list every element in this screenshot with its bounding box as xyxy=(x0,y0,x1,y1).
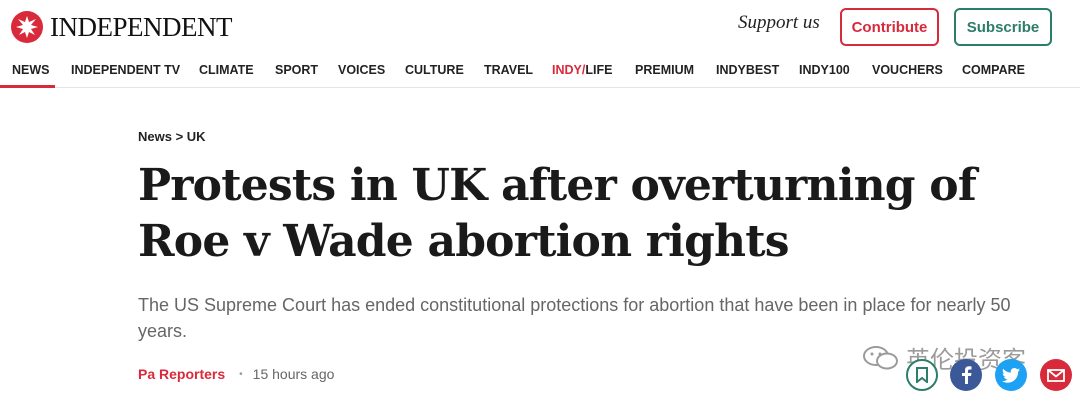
email-icon[interactable] xyxy=(1040,359,1072,391)
nav-item-news[interactable]: NEWS xyxy=(12,63,50,77)
nav-item-compare[interactable]: COMPARE xyxy=(962,63,1025,77)
nav-item-vouchers[interactable]: VOUCHERS xyxy=(872,63,943,77)
nav-active-indicator xyxy=(0,85,55,88)
twitter-icon[interactable] xyxy=(995,359,1027,391)
article-headline: Protests in UK after overturning of Roe … xyxy=(138,158,1038,270)
subscribe-button[interactable]: Subscribe xyxy=(954,8,1052,46)
nav-item-voices[interactable]: VOICES xyxy=(338,63,385,77)
nav-item-travel[interactable]: TRAVEL xyxy=(484,63,533,77)
nav-item-indy100[interactable]: INDY100 xyxy=(799,63,850,77)
site-logo[interactable]: INDEPENDENT xyxy=(10,10,232,44)
logo-wordmark: INDEPENDENT xyxy=(50,11,232,42)
support-us-text: Support us xyxy=(738,12,820,33)
nav-life-label: LIFE xyxy=(585,63,613,77)
headline-line-1: Protests in UK after overturning of xyxy=(138,160,977,211)
byline: Pa Reporters • 15 hours ago xyxy=(138,366,334,382)
nav-item-culture[interactable]: CULTURE xyxy=(405,63,464,77)
main-nav: NEWS INDEPENDENT TV CLIMATE SPORT VOICES… xyxy=(0,56,1080,88)
site-header: INDEPENDENT Support us Contribute Subscr… xyxy=(0,0,1080,56)
byline-separator: • xyxy=(239,368,243,380)
publish-time: 15 hours ago xyxy=(252,366,335,382)
eagle-logo-icon xyxy=(11,11,43,43)
nav-indy-label: INDY xyxy=(552,63,582,77)
headline-line-2: Roe v Wade abortion rights xyxy=(138,216,790,267)
nav-item-indy-life[interactable]: INDY/LIFE xyxy=(552,63,612,77)
nav-item-climate[interactable]: CLIMATE xyxy=(199,63,254,77)
bookmark-icon[interactable] xyxy=(906,359,938,391)
wechat-icon xyxy=(863,345,898,369)
nav-item-indybest[interactable]: INDYBEST xyxy=(716,63,779,77)
nav-item-premium[interactable]: PREMIUM xyxy=(635,63,694,77)
breadcrumb[interactable]: News > UK xyxy=(138,129,206,144)
facebook-icon[interactable] xyxy=(950,359,982,391)
contribute-button[interactable]: Contribute xyxy=(840,8,939,46)
article-standfirst: The US Supreme Court has ended constitut… xyxy=(138,295,1011,341)
nav-item-sport[interactable]: SPORT xyxy=(275,63,318,77)
author-link[interactable]: Pa Reporters xyxy=(138,366,225,382)
nav-item-independent-tv[interactable]: INDEPENDENT TV xyxy=(71,63,180,77)
